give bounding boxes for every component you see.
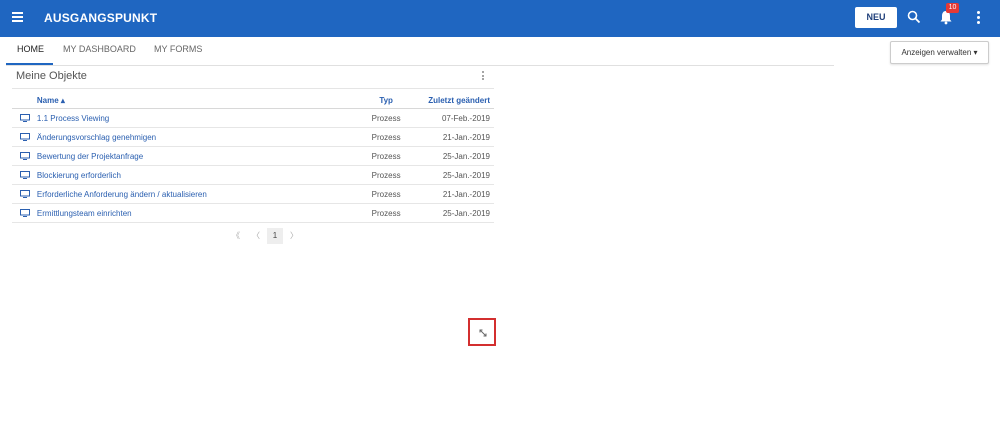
object-name-link[interactable]: Ermittlungsteam einrichten [37, 209, 132, 218]
monitor-icon [20, 114, 30, 122]
menu-icon[interactable] [12, 12, 23, 22]
monitor-icon [20, 171, 30, 179]
app-title: AUSGANGSPUNKT [44, 11, 158, 25]
objects-table: Name ▴ Typ Zuletzt geändert 1.1 Process … [12, 92, 494, 223]
object-type: Prozess [358, 165, 414, 185]
table-row[interactable]: Blockierung erforderlich Prozess 25-Jan.… [12, 165, 494, 185]
object-name-link[interactable]: Blockierung erforderlich [37, 171, 121, 180]
object-type: Prozess [358, 184, 414, 204]
table-header-row: Name ▴ Typ Zuletzt geändert [12, 92, 494, 109]
table-row[interactable]: Erforderliche Anforderung ändern / aktua… [12, 184, 494, 204]
object-date: 21-Jan.-2019 [413, 184, 494, 204]
object-name-link[interactable]: Änderungsvorschlag genehmigen [37, 133, 156, 142]
previous-page-button[interactable]: 〈 [252, 230, 260, 241]
object-date: 07-Feb.-2019 [413, 108, 494, 128]
tab-home[interactable]: HOME [17, 44, 44, 54]
object-name-link[interactable]: Erforderliche Anforderung ändern / aktua… [37, 190, 207, 199]
card-title: Meine Objekte [16, 70, 87, 82]
tabs-divider [6, 65, 834, 66]
object-name-link[interactable]: Bewertung der Projektanfrage [37, 152, 143, 161]
object-type: Prozess [358, 203, 414, 223]
notification-badge: 10 [946, 3, 959, 13]
object-date: 21-Jan.-2019 [413, 127, 494, 147]
header-icon-cell [12, 92, 37, 109]
monitor-icon [20, 190, 30, 198]
first-page-button[interactable]: 《 [232, 230, 240, 241]
object-type: Prozess [358, 127, 414, 147]
top-app-bar: AUSGANGSPUNKT NEU 10 [0, 0, 1000, 37]
monitor-icon [20, 209, 30, 217]
object-date: 25-Jan.-2019 [413, 165, 494, 185]
monitor-icon [20, 133, 30, 141]
table-row[interactable]: Bewertung der Projektanfrage Prozess 25-… [12, 146, 494, 166]
object-date: 25-Jan.-2019 [413, 203, 494, 223]
next-page-button[interactable]: 〉 [290, 230, 298, 241]
resize-handle-highlight[interactable] [468, 318, 496, 346]
search-icon[interactable] [907, 10, 921, 24]
card-more-vertical-icon[interactable] [482, 71, 486, 83]
new-button[interactable]: NEU [855, 7, 897, 28]
monitor-icon [20, 152, 30, 160]
header-last-modified[interactable]: Zuletzt geändert [413, 92, 494, 109]
resize-icon [479, 329, 487, 337]
more-vertical-icon[interactable] [977, 11, 981, 25]
header-type[interactable]: Typ [358, 92, 414, 109]
table-row[interactable]: Ermittlungsteam einrichten Prozess 25-Ja… [12, 203, 494, 223]
object-name-link[interactable]: 1.1 Process Viewing [37, 114, 109, 123]
object-type: Prozess [358, 146, 414, 166]
page-number-button[interactable]: 1 [267, 228, 283, 244]
manage-view-button[interactable]: Anzeigen verwalten ▾ [890, 41, 989, 64]
header-name[interactable]: Name ▴ [36, 92, 359, 109]
object-type: Prozess [358, 108, 414, 128]
object-date: 25-Jan.-2019 [413, 146, 494, 166]
tab-my-dashboard[interactable]: MY DASHBOARD [63, 44, 136, 54]
tab-my-forms[interactable]: MY FORMS [154, 44, 202, 54]
table-row[interactable]: 1.1 Process Viewing Prozess 07-Feb.-2019 [12, 108, 494, 128]
table-row[interactable]: Änderungsvorschlag genehmigen Prozess 21… [12, 127, 494, 147]
card-divider [12, 88, 494, 89]
